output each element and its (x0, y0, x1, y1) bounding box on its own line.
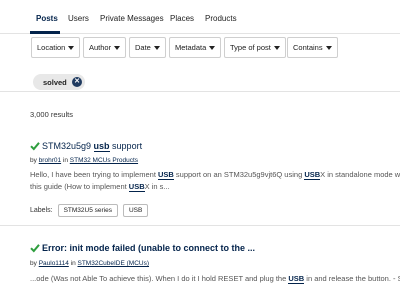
post-divider (0, 225, 400, 226)
search-highlight: USB (288, 274, 305, 284)
results-count: 3,000 results (30, 110, 73, 119)
excerpt-text: X in s... (144, 182, 170, 191)
post-excerpt-2: ...ode (Was not Able To achieve this). W… (30, 274, 400, 284)
caret-down-icon (273, 45, 280, 50)
filter-location-label: Location (37, 43, 66, 52)
post-byline-1: by brohr01 in STM32 MCUs Products (30, 157, 138, 164)
post-excerpt-1-line-2: this guide (How to implement USBX in s..… (30, 182, 400, 192)
caret-down-icon (325, 45, 332, 50)
tab-private-messages[interactable]: Private Messages (100, 14, 164, 23)
place-link[interactable]: STM32CubeIDE (MCUs) (78, 260, 150, 267)
post-labels-1: Labels: STM32U5 series USB (30, 204, 149, 217)
excerpt-text: X in standalone mode without su (320, 170, 400, 179)
post-title-text: support (109, 141, 143, 151)
post-title-text: STM32u5g9 (42, 141, 94, 151)
post-title-2[interactable]: Error: init mode failed (unable to conne… (42, 243, 255, 253)
tab-products[interactable]: Products (205, 14, 237, 23)
excerpt-text: in and release the button. - STM32 U (306, 274, 400, 283)
search-highlight: USB (304, 170, 321, 180)
byline-in: in (70, 260, 76, 267)
excerpt-text: ...ode (Was not Able To achieve this). W… (30, 274, 289, 283)
caret-down-icon (114, 45, 121, 50)
caret-down-icon (209, 45, 216, 50)
byline-by: by (30, 157, 37, 164)
author-link[interactable]: Paulo1114 (39, 260, 69, 267)
search-highlight: usb (93, 141, 110, 152)
labels-title: Labels: (30, 207, 53, 214)
label-tag[interactable]: STM32U5 series (57, 204, 118, 217)
place-link[interactable]: STM32 MCUs Products (70, 157, 138, 164)
search-highlight: USB (128, 182, 145, 192)
byline-by: by (30, 260, 37, 267)
caret-down-icon (153, 45, 160, 50)
search-highlight: USB (157, 170, 174, 180)
tab-users[interactable]: Users (68, 14, 89, 23)
post-title-1[interactable]: STM32u5g9 usb support (42, 141, 143, 152)
check-icon (30, 244, 40, 253)
filter-metadata-label: Metadata (175, 43, 207, 52)
author-link[interactable]: brohr01 (39, 157, 61, 164)
search-tabs: Posts Users Private Messages Places Prod… (0, 0, 400, 34)
tab-places[interactable]: Places (170, 14, 194, 23)
caret-down-icon (68, 45, 75, 50)
filter-date-button[interactable]: Date (129, 37, 166, 58)
byline-in: in (62, 157, 68, 164)
filter-author-button[interactable]: Author (83, 37, 127, 58)
tab-posts[interactable]: Posts (36, 14, 58, 23)
active-filter-chip: solved ✕ (33, 74, 85, 90)
post-excerpt-1-line-1: Hello, I have been trying to implement U… (30, 170, 400, 180)
excerpt-text: Hello, I have been trying to implement (30, 170, 158, 179)
filter-type-label: Type of post (230, 43, 271, 52)
filter-metadata-button[interactable]: Metadata (169, 37, 222, 58)
active-filter-label: solved (43, 77, 67, 87)
filter-type-of-post-button[interactable]: Type of post (224, 37, 286, 58)
label-tag[interactable]: USB (122, 204, 149, 217)
filter-location-button[interactable]: Location (31, 37, 81, 58)
filter-author-label: Author (89, 43, 112, 52)
excerpt-text: this guide (How to implement (30, 182, 129, 191)
filter-date-label: Date (135, 43, 151, 52)
check-icon (30, 142, 40, 151)
excerpt-text: support on an STM32u5g9vjt6Q using (173, 170, 305, 179)
close-circle-icon[interactable]: ✕ (72, 77, 82, 87)
filter-contains-label: Contains (293, 43, 323, 52)
post-byline-2: by Paulo1114 in STM32CubeIDE (MCUs) (30, 260, 149, 267)
filter-contains-button[interactable]: Contains (287, 37, 338, 58)
